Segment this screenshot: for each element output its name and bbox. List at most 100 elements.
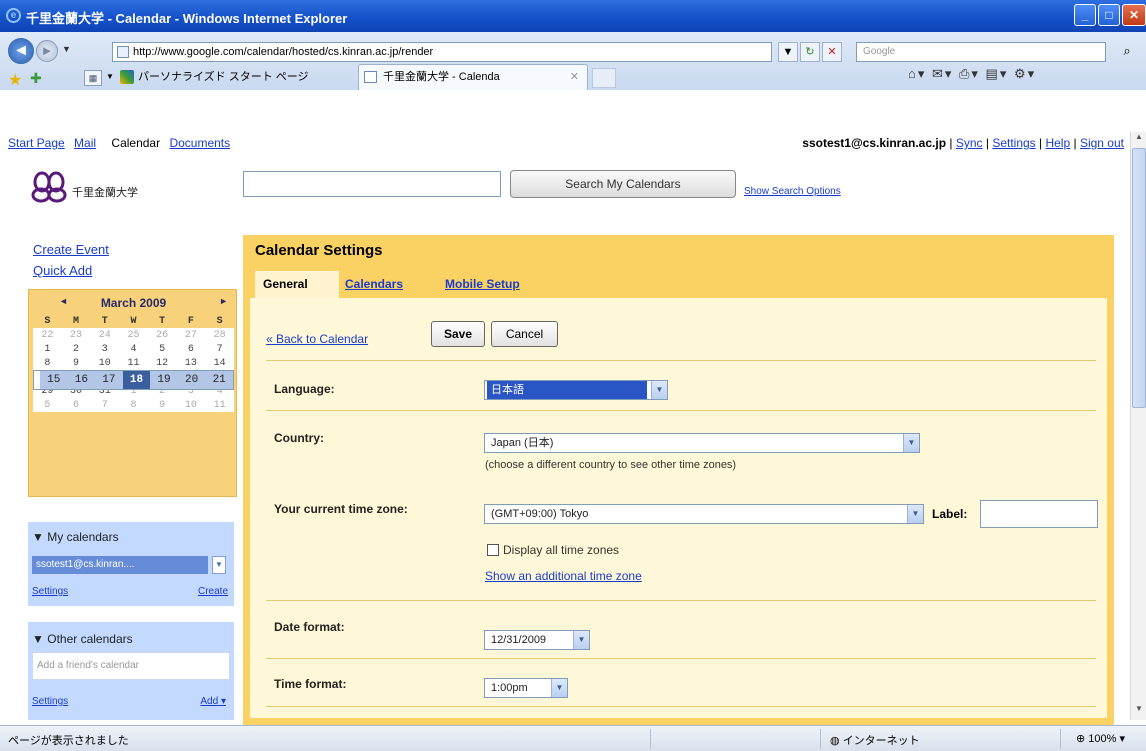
mini-calendar-day[interactable]: 3 [90,342,120,356]
back-button[interactable]: ◄ [8,38,34,64]
quick-add-link[interactable]: Quick Add [33,263,92,278]
mini-calendar-day[interactable]: 26 [147,328,177,342]
tab-mobile-setup[interactable]: Mobile Setup [445,277,520,291]
mini-calendar-day[interactable]: 24 [90,328,120,342]
mini-calendar-day[interactable]: 15 [40,371,68,389]
mini-calendar-day[interactable]: 16 [67,371,96,389]
tab-list-dropdown-icon[interactable]: ▼ [106,72,114,81]
chevron-down-icon: ▼ [907,505,923,523]
my-calendars-header[interactable]: ▼ My calendars [32,530,119,544]
create-calendar-link[interactable]: Create [198,586,228,597]
close-tab-icon[interactable]: ✕ [570,65,579,89]
mini-calendar-day[interactable]: 14 [205,356,234,370]
calendar-search-input[interactable] [243,171,501,197]
add-favorites-icon[interactable]: ✚ [30,70,42,87]
mini-calendar-day[interactable]: 12 [147,356,177,370]
forward-button[interactable]: ► [36,40,58,62]
mini-calendar-day[interactable]: 8 [119,398,148,412]
browser-tab-calendar[interactable]: 千里金蘭大学 - Calenda ✕ [358,64,588,90]
zoom-level[interactable]: ⊕ 100% ▾ [1076,732,1125,745]
add-calendar-link[interactable]: Add ▾ [200,696,226,707]
favorites-star-icon[interactable]: ★ [8,70,22,90]
address-bar[interactable]: http://www.google.com/calendar/hosted/cs… [112,42,772,62]
mini-calendar-day[interactable]: 19 [150,371,178,389]
settings-link[interactable]: Settings [992,136,1035,150]
country-select[interactable]: Japan (日本) ▼ [484,433,920,453]
mini-calendar-day[interactable]: 1 [33,342,62,356]
time-format-select[interactable]: 1:00pm ▼ [484,678,568,698]
stop-icon[interactable]: ✕ [822,42,842,62]
maximize-button[interactable]: □ [1098,4,1120,26]
date-format-select[interactable]: 12/31/2009 ▼ [484,630,590,650]
timezone-select[interactable]: (GMT+09:00) Tokyo ▼ [484,504,924,524]
mini-calendar-day[interactable]: 9 [147,398,177,412]
mini-calendar-day[interactable]: 17 [95,371,123,389]
mini-calendar-day[interactable]: 25 [119,328,148,342]
scroll-up-icon[interactable]: ▲ [1131,132,1146,148]
my-calendar-item[interactable]: ssotest1@cs.kinran.... [32,556,208,574]
mini-calendar-day[interactable]: 7 [205,342,234,356]
address-dropdown-icon[interactable]: ▼ [778,42,798,62]
mini-calendar-day[interactable]: 11 [119,356,148,370]
history-dropdown-icon[interactable]: ▼ [62,44,71,54]
mini-calendar-day[interactable]: 5 [33,398,62,412]
mini-calendar-day[interactable]: 20 [177,371,206,389]
tab-general[interactable]: General [255,271,339,299]
mini-calendar-day[interactable]: 2 [61,342,91,356]
browser-tab-start-page[interactable]: パーソナライズド スタート ページ [120,66,358,88]
mini-calendar-day[interactable]: 22 [33,328,62,342]
mini-calendar-day[interactable]: 10 [176,398,206,412]
next-month-icon[interactable]: ► [219,296,228,306]
nav-start-page[interactable]: Start Page [8,136,65,150]
mini-calendar-day[interactable]: 6 [176,342,206,356]
sign-out-link[interactable]: Sign out [1080,136,1124,150]
mini-calendar-today[interactable]: 18 [122,371,151,389]
search-calendars-button[interactable]: Search My Calendars [510,170,736,198]
mini-calendar-day[interactable]: 6 [61,398,91,412]
add-friend-calendar-input[interactable]: Add a friend's calendar [32,652,230,680]
mini-calendar-day[interactable]: 4 [119,342,148,356]
new-tab-button[interactable] [592,68,616,88]
page-scrollbar[interactable]: ▲ ▼ [1130,132,1146,720]
nav-documents[interactable]: Documents [169,136,230,150]
help-link[interactable]: Help [1045,136,1070,150]
sync-link[interactable]: Sync [956,136,983,150]
other-calendars-header[interactable]: ▼ Other calendars [32,632,133,646]
language-select[interactable]: 日本語 ▼ [484,380,668,400]
scroll-down-icon[interactable]: ▼ [1131,704,1146,720]
close-window-button[interactable]: ✕ [1122,4,1146,26]
mini-calendar-day[interactable]: 23 [61,328,91,342]
tab-calendars[interactable]: Calendars [345,277,403,291]
mini-calendar-day[interactable]: 7 [90,398,120,412]
nav-mail[interactable]: Mail [74,136,96,150]
browser-search-input[interactable]: Google [856,42,1106,62]
back-to-calendar-link[interactable]: « Back to Calendar [266,332,368,346]
refresh-icon[interactable]: ↻ [800,42,820,62]
calendar-options-dropdown-icon[interactable]: ▼ [212,556,226,574]
mini-calendar-day[interactable]: 28 [205,328,234,342]
show-additional-timezone-link[interactable]: Show an additional time zone [485,569,642,583]
mini-calendar-day[interactable]: 13 [176,356,206,370]
mini-calendar-day[interactable]: 8 [33,356,62,370]
quick-tabs-icon[interactable]: ▦ [84,70,102,86]
search-icon[interactable]: ⌕ [1112,42,1142,62]
mini-calendar-day[interactable]: 27 [176,328,206,342]
university-logo[interactable]: 千里金蘭大学 [30,170,230,210]
cancel-button[interactable]: Cancel [491,321,558,347]
save-button[interactable]: Save [431,321,485,347]
command-bar-icons[interactable]: ⌂▾ ✉▾ ⎙▾ ▤▾ ⚙▾ [908,66,1036,82]
mini-calendar-day[interactable]: 21 [205,371,233,389]
mini-calendar-day[interactable]: 5 [147,342,177,356]
mini-calendar-day[interactable]: 10 [90,356,120,370]
scroll-thumb[interactable] [1132,148,1146,408]
timezone-label-input[interactable] [980,500,1098,528]
create-event-link[interactable]: Create Event [33,242,109,257]
show-search-options-link[interactable]: Show Search Options [744,186,841,197]
minimize-button[interactable]: _ [1074,4,1096,26]
my-calendars-settings-link[interactable]: Settings [32,586,68,597]
mini-calendar-day[interactable]: 11 [205,398,234,412]
mini-calendar-day[interactable]: 9 [61,356,91,370]
other-calendars-settings-link[interactable]: Settings [32,696,68,707]
zoom-text: 100% [1088,733,1117,745]
display-all-timezones-checkbox[interactable]: Display all time zones [487,543,619,557]
